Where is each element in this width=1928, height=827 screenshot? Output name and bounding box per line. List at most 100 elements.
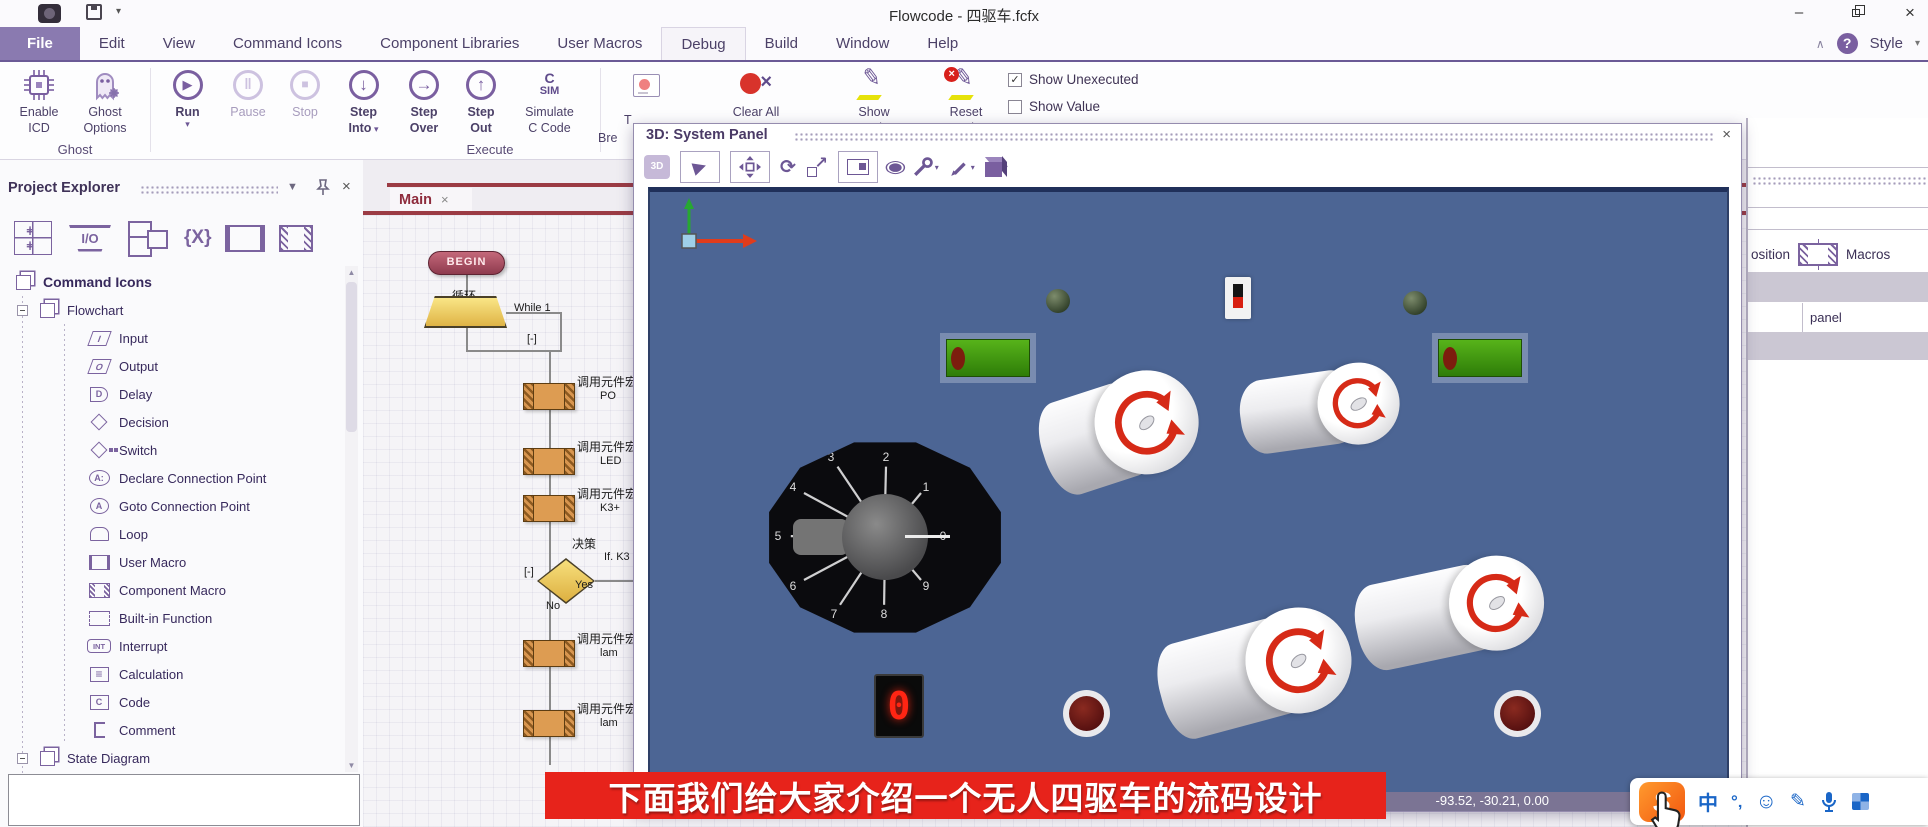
panel-menu-caret-icon[interactable] [287, 181, 298, 193]
rotary-dial-object[interactable]: 0123456789 [765, 439, 1005, 636]
menu-item[interactable]: Component Libraries [361, 27, 538, 60]
eye-icon[interactable] [888, 157, 903, 177]
tree-item[interactable]: Output [0, 352, 340, 380]
tree-item[interactable]: Comment [0, 716, 340, 744]
sphere-object[interactable] [1046, 289, 1070, 313]
right-panel-row[interactable] [1748, 272, 1928, 302]
menu-item[interactable]: Window [817, 27, 908, 60]
tree-item[interactable]: Loop [0, 520, 340, 548]
simulate-c-code-button[interactable]: CSIM Simulate C Code [512, 66, 587, 136]
step-over-button[interactable]: Step Over [398, 66, 450, 136]
io-icon[interactable] [66, 225, 114, 252]
tree-item[interactable]: Code [0, 688, 340, 716]
help-icon[interactable] [1837, 33, 1858, 54]
system-panel-titlebar[interactable]: 3D: System Panel [634, 124, 1741, 148]
panel-drag-handle[interactable] [794, 132, 1714, 142]
tree-item[interactable]: Interrupt [0, 632, 340, 660]
panel-close-icon[interactable] [342, 178, 351, 195]
wrench-tool-button[interactable] [913, 157, 939, 177]
viewport-3d[interactable]: 0123456789 0 [648, 187, 1729, 794]
step-out-button[interactable]: Step Out [456, 66, 506, 136]
box-tool-button[interactable] [985, 157, 1008, 177]
rotate-tool-icon[interactable] [780, 156, 796, 179]
resize-tool-icon[interactable] [806, 156, 828, 178]
show-unexecuted-checkbox-row[interactable]: Show Unexecuted [1008, 72, 1139, 87]
sphere-object[interactable] [1403, 291, 1427, 315]
toggle-breakpoint-button[interactable]: T Bre [616, 66, 676, 104]
component-macro-icon[interactable] [279, 225, 313, 252]
motor-object[interactable] [1146, 589, 1365, 755]
menu-item[interactable]: Help [908, 27, 977, 60]
chinese-mode-icon[interactable]: 中 [1698, 787, 1718, 816]
viewport-tool-button[interactable] [838, 151, 878, 183]
macro-icon[interactable] [225, 225, 265, 252]
tree-item[interactable]: Switch [0, 436, 340, 464]
menu-item[interactable]: User Macros [538, 27, 661, 60]
handwriting-pen-icon[interactable]: ✎ [1790, 790, 1806, 813]
brush-tool-button[interactable] [949, 157, 975, 177]
collapse-ribbon-icon[interactable] [1816, 37, 1825, 51]
led-bar-object[interactable] [1438, 339, 1522, 377]
close-button[interactable] [1893, 2, 1927, 24]
system-panel-3d-window[interactable]: 3D: System Panel [633, 123, 1742, 812]
scroll-up-icon[interactable] [345, 266, 358, 279]
menu-item[interactable]: Command Icons [214, 27, 361, 60]
clear-all-breakpoints-button[interactable]: Clear All [726, 66, 786, 120]
tree-item[interactable]: Built-in Function [0, 604, 340, 632]
cube-3d-icon[interactable] [644, 155, 670, 179]
right-panel-cell[interactable]: panel [1810, 310, 1842, 325]
tree-item[interactable]: User Macro [0, 548, 340, 576]
switch-object[interactable] [1225, 277, 1251, 319]
panel-drag-handle[interactable] [1752, 176, 1928, 187]
tree-item[interactable]: Component Macro [0, 576, 340, 604]
variables-icon[interactable] [184, 223, 211, 253]
led-bar-object[interactable] [946, 339, 1030, 377]
project-explorer-header[interactable]: Project Explorer [0, 176, 363, 204]
emoji-icon[interactable]: ☺ [1756, 790, 1777, 814]
tree-item[interactable]: Flowchart [0, 296, 340, 324]
scroll-down-icon[interactable] [345, 759, 358, 772]
tree-item[interactable]: Goto Connection Point [0, 492, 340, 520]
panel-drag-handle[interactable] [140, 185, 278, 195]
menu-item[interactable]: Debug [661, 27, 745, 60]
enable-icd-button[interactable]: Enable ICD [8, 66, 70, 136]
style-button[interactable]: Style [1870, 35, 1903, 52]
minimize-button[interactable] [1782, 2, 1816, 24]
tree-expand-toggle[interactable] [17, 753, 28, 764]
right-panel-row[interactable] [1748, 332, 1928, 360]
tree-item[interactable]: Delay [0, 380, 340, 408]
show-unexecuted-checkbox[interactable] [1008, 73, 1022, 87]
style-caret-icon[interactable] [1915, 38, 1920, 49]
show-value-checkbox-row[interactable]: Show Value [1008, 99, 1100, 114]
windows-icon[interactable] [128, 221, 170, 255]
pan-tool-button[interactable] [730, 151, 770, 183]
menu-item[interactable]: Edit [80, 27, 144, 60]
microphone-icon[interactable] [1819, 791, 1839, 813]
ime-menu-grid-icon[interactable] [1852, 793, 1869, 810]
show-value-checkbox[interactable] [1008, 100, 1022, 114]
restore-button[interactable] [1840, 2, 1874, 24]
tree-item[interactable]: Declare Connection Point [0, 464, 340, 492]
menu-item[interactable]: File [0, 27, 80, 60]
motor-object[interactable] [1346, 541, 1554, 683]
wheel-object[interactable] [1063, 690, 1110, 737]
tree-item[interactable]: Command Icons [0, 268, 340, 296]
ghost-options-button[interactable]: Ghost Options [72, 66, 138, 136]
run-button[interactable]: Run ▾ [160, 66, 215, 128]
wheel-object[interactable] [1494, 690, 1541, 737]
system-panel-close-icon[interactable] [1722, 126, 1731, 143]
menu-item[interactable]: View [144, 27, 214, 60]
seven-segment-display[interactable]: 0 [874, 674, 924, 738]
cursor-tool-button[interactable] [680, 151, 720, 183]
tree-item[interactable]: Input [0, 324, 340, 352]
step-into-button[interactable]: Step Into ▾ [336, 66, 391, 137]
pin-icon[interactable] [315, 179, 331, 197]
tree-item[interactable]: Calculation [0, 660, 340, 688]
tab-main[interactable]: Main × [390, 188, 472, 211]
tree-expand-toggle[interactable] [17, 305, 28, 316]
tree-item[interactable]: Decision [0, 408, 340, 436]
punctuation-icon[interactable]: °‚ [1731, 792, 1743, 812]
scrollbar-thumb[interactable] [346, 282, 357, 432]
grid-add-icon[interactable] [14, 221, 52, 255]
tree-item[interactable]: State Diagram [0, 744, 340, 772]
